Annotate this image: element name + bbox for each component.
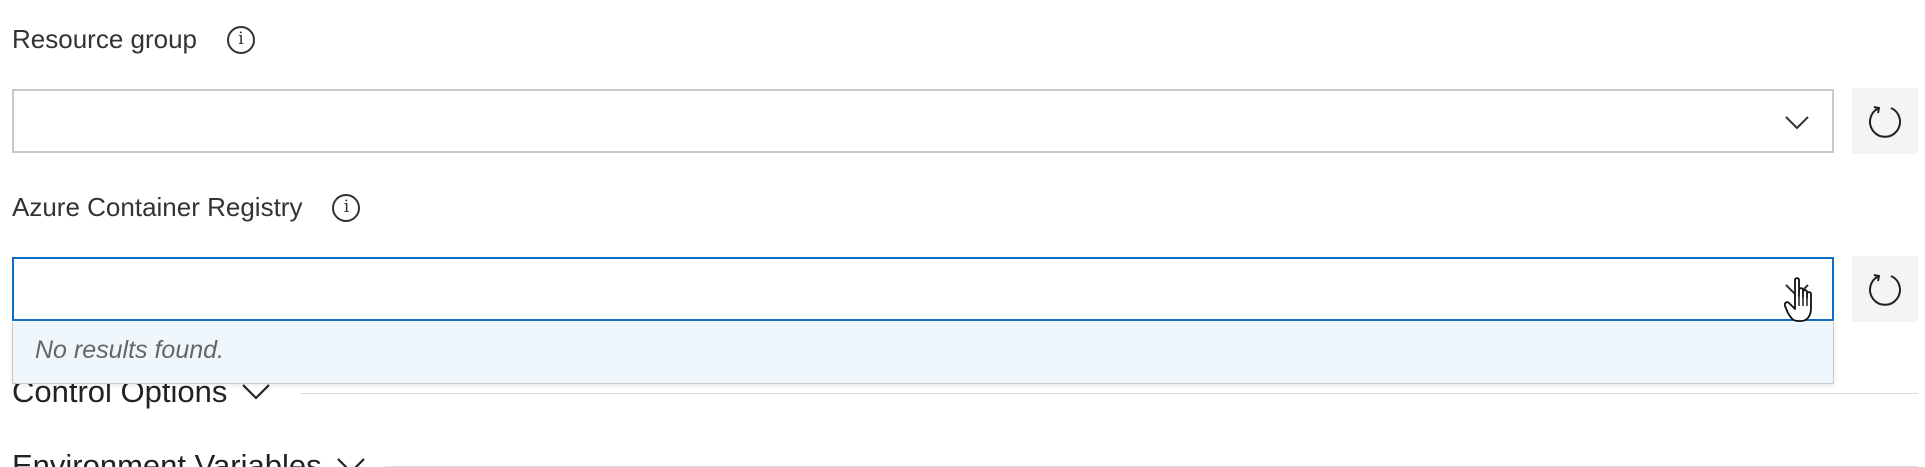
container-registry-label: Azure Container Registry i xyxy=(12,192,361,223)
section-environment-variables-label: Environment Variables xyxy=(12,448,322,467)
resource-group-label: Resource group i xyxy=(12,24,255,55)
chevron-down-icon xyxy=(242,384,271,400)
section-divider xyxy=(300,393,1918,394)
refresh-icon xyxy=(1869,274,1901,306)
chevron-down-icon xyxy=(1785,116,1809,130)
info-circle-icon[interactable]: i xyxy=(332,193,361,222)
container-registry-dropdown[interactable] xyxy=(12,257,1834,321)
container-registry-results-popup: No results found. xyxy=(12,322,1834,384)
chevron-down-icon xyxy=(336,458,365,467)
section-environment-variables[interactable]: Environment Variables xyxy=(12,448,366,467)
info-circle-icon[interactable]: i xyxy=(227,25,255,54)
resource-group-refresh-button[interactable] xyxy=(1852,88,1918,154)
task-settings-panel: Resource group i Azure Container Registr… xyxy=(0,0,1925,467)
refresh-icon xyxy=(1869,106,1901,138)
resource-group-dropdown[interactable] xyxy=(12,89,1834,153)
hand-pointer-icon xyxy=(1784,277,1812,322)
container-registry-label-text: Azure Container Registry xyxy=(12,192,303,222)
resource-group-label-text: Resource group xyxy=(12,24,197,54)
container-registry-refresh-button[interactable] xyxy=(1852,256,1918,322)
no-results-message: No results found. xyxy=(35,336,224,364)
